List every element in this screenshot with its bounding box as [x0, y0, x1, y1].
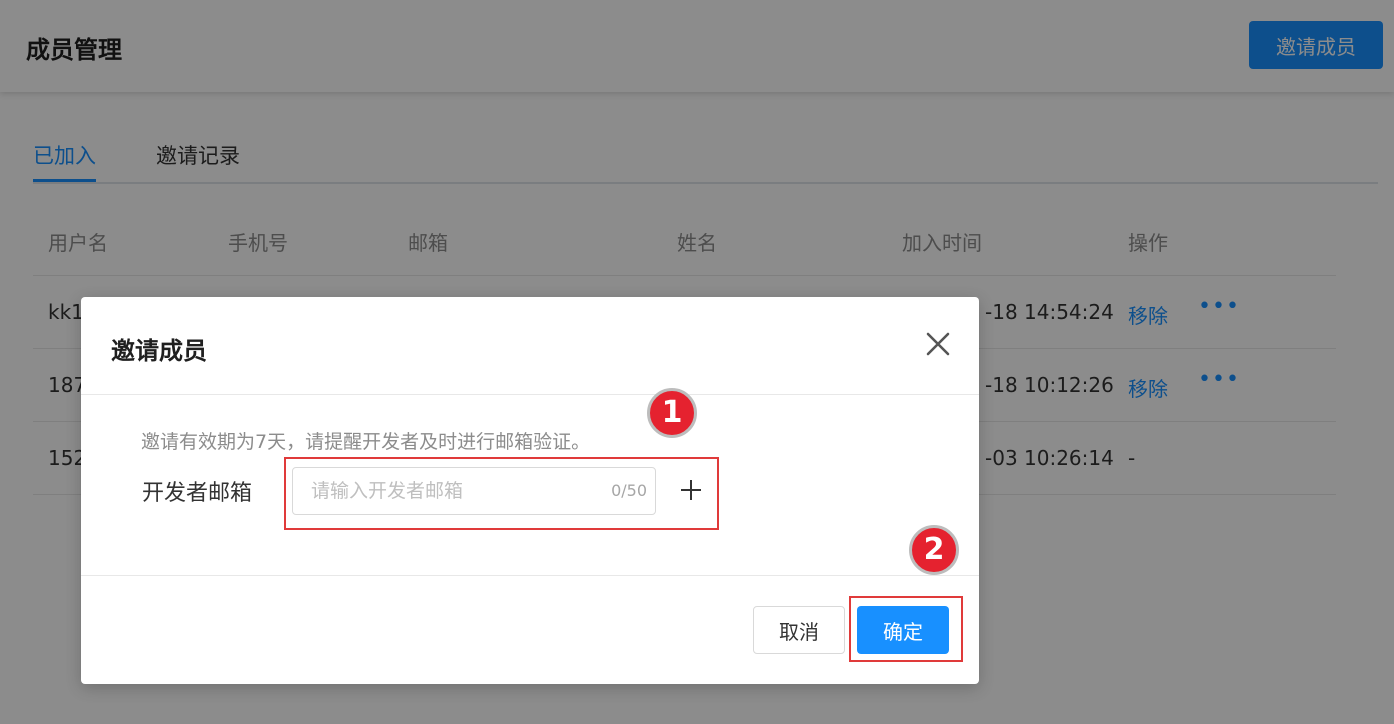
dialog-header-divider: [81, 394, 979, 395]
dialog-footer-divider: [81, 575, 979, 576]
invite-hint: 邀请有效期为7天，请提醒开发者及时进行邮箱验证。: [141, 431, 591, 453]
highlight-box-email: [284, 457, 719, 530]
annotation-marker-2: 2: [909, 525, 959, 575]
close-icon[interactable]: [924, 330, 952, 358]
dialog-title: 邀请成员: [111, 337, 207, 365]
developer-email-label: 开发者邮箱: [142, 481, 253, 506]
cancel-button[interactable]: 取消: [753, 606, 845, 654]
annotation-marker-1: 1: [647, 388, 697, 438]
highlight-box-confirm: [849, 596, 963, 662]
